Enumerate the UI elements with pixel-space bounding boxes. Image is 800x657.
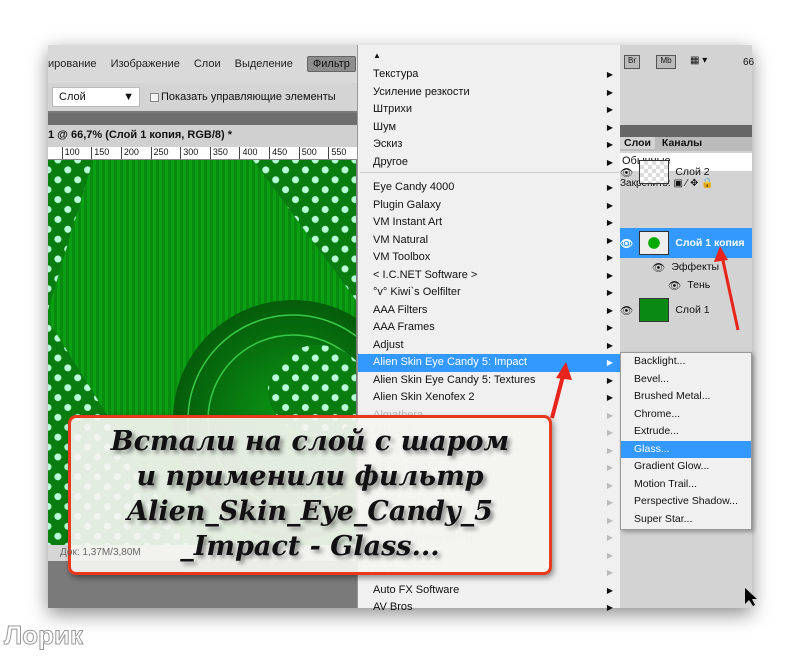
callout-line: Встали на слой с шаром: [110, 426, 510, 457]
watermark: Лорик: [3, 620, 84, 651]
callout-line: и применили фильтр: [136, 461, 484, 492]
document-size-status: Док: 1,37M/3,80M: [60, 547, 141, 558]
callout-line: Alien_Skin_Eye_Candy_5: [127, 496, 493, 527]
arrow-to-layer: [714, 246, 740, 331]
callout-line: _Impact - Glass...: [180, 531, 440, 562]
arrow-to-menu-item: [550, 362, 572, 419]
mouse-cursor-icon: [745, 588, 757, 606]
